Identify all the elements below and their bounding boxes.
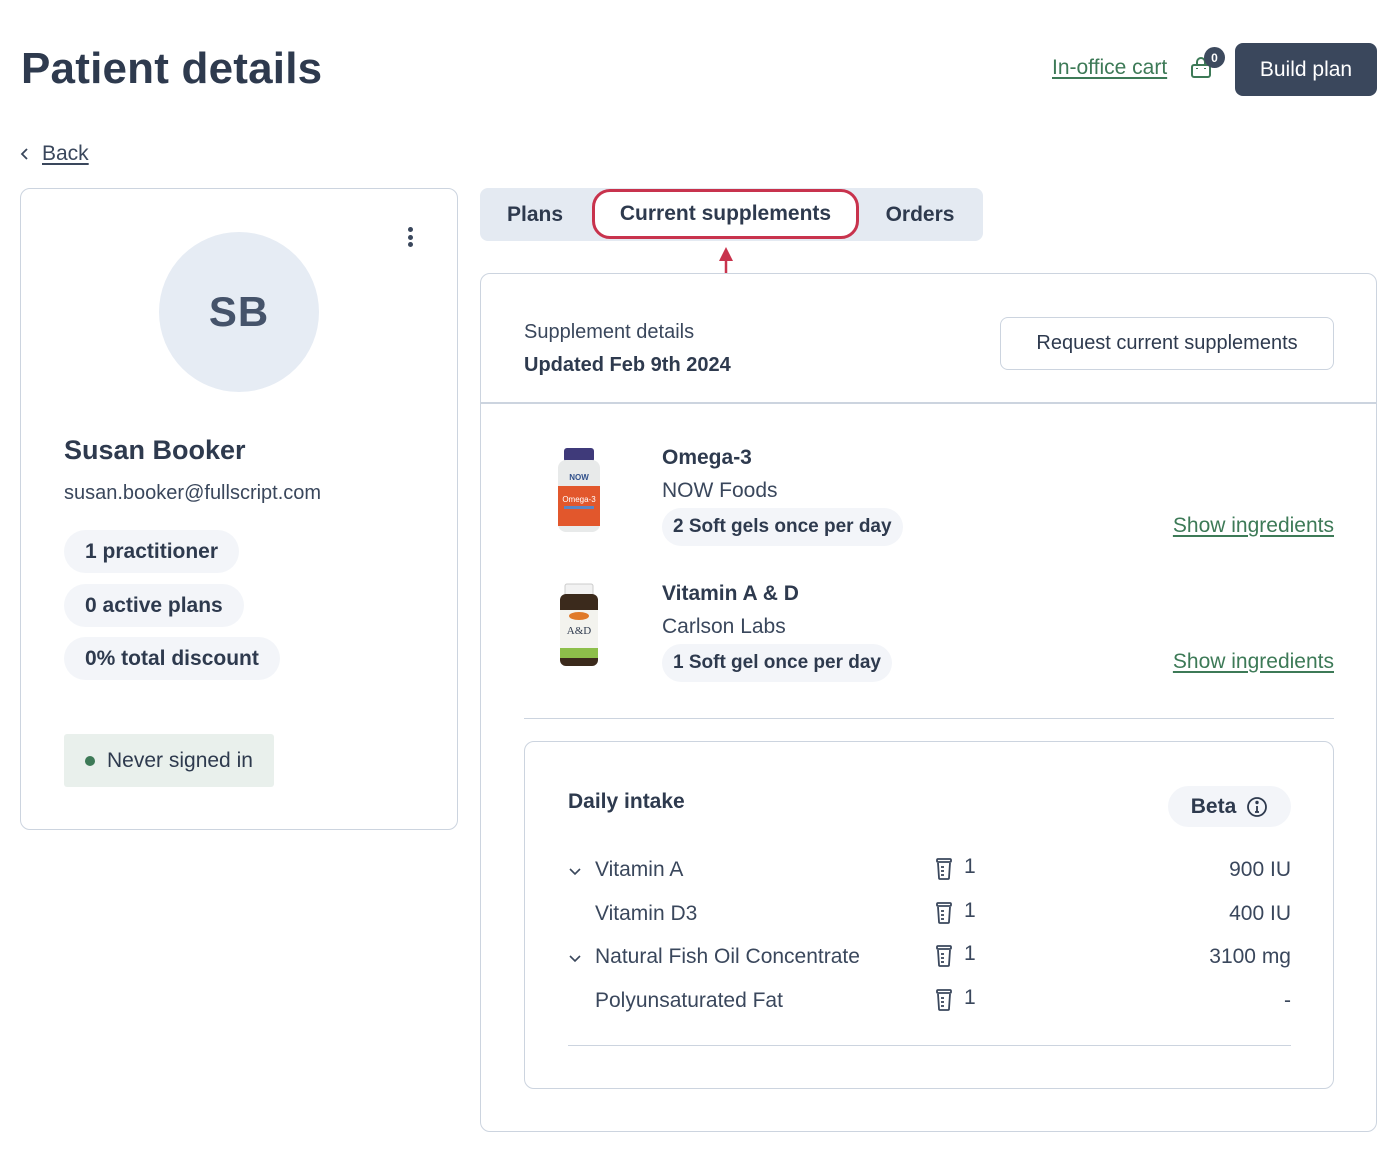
supplement-item: NOW Omega-3 Omega-3 NOW Foods 2 Soft gel… [524, 446, 1334, 556]
sign-in-status-label: Never signed in [107, 748, 253, 772]
cart-count-badge: 0 [1204, 47, 1225, 68]
page-title: Patient details [21, 44, 323, 93]
ingredient-source-count: 1 [964, 942, 976, 965]
chevron-down-icon[interactable] [568, 954, 582, 964]
practitioner-count-pill: 1 practitioner [64, 530, 240, 573]
ingredient-source-count: 1 [964, 986, 976, 1009]
svg-text:A&D: A&D [567, 625, 592, 637]
supplement-name: Vitamin A & D [662, 582, 799, 605]
tab-current-supplements[interactable]: Current supplements [592, 189, 859, 239]
ingredient-amount: 900 IU [1229, 858, 1291, 881]
tab-bar: Plans Current supplements Orders [480, 188, 983, 241]
patient-name: Susan Booker [64, 435, 246, 465]
ingredient-name: Natural Fish Oil Concentrate [595, 945, 860, 968]
supplement-brand: NOW Foods [662, 479, 778, 502]
supplement-dosage: 2 Soft gels once per day [662, 508, 903, 546]
in-office-cart-link[interactable]: In-office cart [1052, 56, 1167, 80]
svg-text:NOW: NOW [569, 473, 589, 482]
total-discount-pill: 0% total discount [64, 637, 280, 680]
patient-email: susan.booker@fullscript.com [64, 482, 322, 504]
daily-intake-card: Daily intake Beta Vitamin A 1 900 IU Vit… [524, 741, 1334, 1089]
capsule-container-icon [936, 902, 952, 924]
capsule-container-icon [936, 945, 952, 967]
supplement-name: Omega-3 [662, 446, 752, 469]
ingredient-source-count: 1 [964, 899, 976, 922]
chevron-down-icon[interactable] [568, 867, 582, 877]
capsule-container-icon [936, 858, 952, 880]
capsule-container-icon [936, 989, 952, 1011]
intake-row[interactable]: Vitamin A 1 900 IU [568, 855, 1291, 888]
ingredient-source-count: 1 [964, 855, 976, 878]
sign-in-status: Never signed in [64, 734, 274, 787]
panel-header: Supplement details Updated Feb 9th 2024 … [481, 274, 1376, 404]
beta-badge[interactable]: Beta [1168, 786, 1291, 827]
more-options-icon[interactable] [401, 225, 419, 249]
ingredient-name: Vitamin D3 [595, 902, 698, 925]
ingredient-name: Polyunsaturated Fat [595, 989, 783, 1012]
ingredient-amount: - [1284, 989, 1291, 1012]
omega-3-bottle-image: NOW Omega-3 [558, 448, 600, 532]
intake-row[interactable]: Natural Fish Oil Concentrate 1 3100 mg [568, 942, 1291, 975]
active-plans-pill: 0 active plans [64, 584, 244, 627]
intake-divider [568, 1045, 1291, 1046]
vitamin-a-d-bottle-image: A&D [560, 583, 598, 666]
request-current-supplements-button[interactable]: Request current supplements [1000, 317, 1334, 370]
back-label[interactable]: Back [42, 142, 89, 166]
info-icon[interactable] [1246, 796, 1268, 818]
daily-intake-title: Daily intake [568, 790, 685, 813]
ingredient-name: Vitamin A [595, 858, 684, 881]
intake-row: Polyunsaturated Fat 1 - [568, 986, 1291, 1019]
svg-text:Omega-3: Omega-3 [562, 495, 596, 504]
back-link[interactable]: Back [18, 142, 89, 166]
show-ingredients-link[interactable]: Show ingredients [1173, 514, 1334, 538]
divider [524, 718, 1334, 719]
supplement-item: A&D Vitamin A & D Carlson Labs 1 Soft ge… [524, 582, 1334, 692]
supplement-details-label: Supplement details [524, 321, 695, 343]
supplement-dosage: 1 Soft gel once per day [662, 644, 892, 682]
show-ingredients-link[interactable]: Show ingredients [1173, 650, 1334, 674]
status-dot-icon [85, 755, 95, 766]
tab-plans[interactable]: Plans [492, 188, 578, 241]
avatar: SB [159, 232, 319, 392]
intake-row: Vitamin D3 1 400 IU [568, 899, 1291, 932]
chevron-left-icon [20, 148, 28, 160]
build-plan-button[interactable]: Build plan [1235, 43, 1377, 96]
patient-card: SB Susan Booker susan.booker@fullscript.… [20, 188, 458, 830]
beta-label: Beta [1190, 794, 1237, 818]
updated-date: Updated Feb 9th 2024 [524, 354, 731, 376]
tab-orders[interactable]: Orders [872, 188, 968, 241]
ingredient-amount: 3100 mg [1209, 945, 1291, 968]
supplements-panel: Supplement details Updated Feb 9th 2024 … [480, 273, 1377, 1132]
supplement-brand: Carlson Labs [662, 615, 786, 638]
ingredient-amount: 400 IU [1229, 902, 1291, 925]
